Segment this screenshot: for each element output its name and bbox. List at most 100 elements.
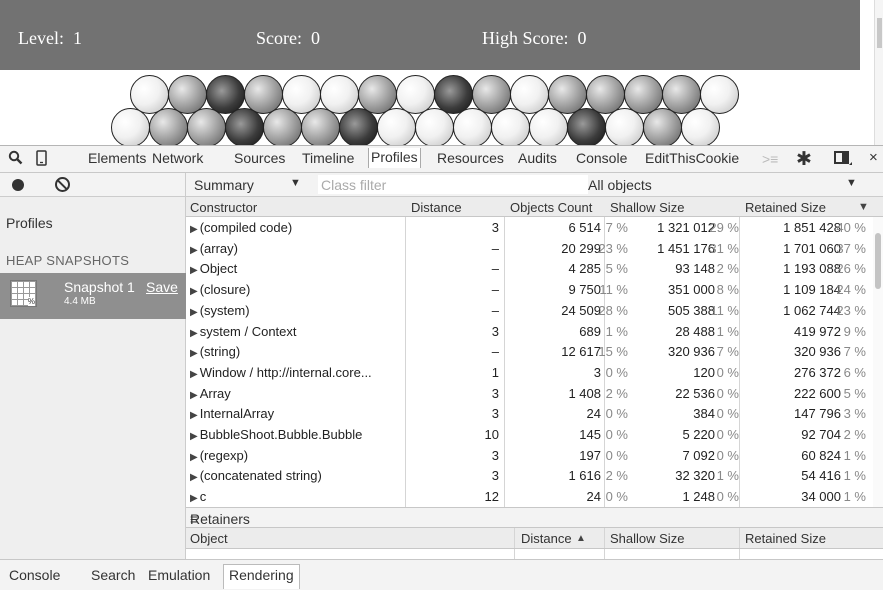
table-row[interactable]: ▶ (concatenated string) 3 1 616 2 % 32 320 1 %… (186, 465, 883, 486)
table-row[interactable]: ▶ (array) – 20 299 23 % 1 451 176 31 % 1 701 06… (186, 238, 883, 259)
view-select[interactable]: Summary (194, 177, 254, 193)
expand-triangle-icon[interactable]: ▶ (190, 307, 198, 318)
drawer-tab-emulation[interactable]: Emulation (148, 567, 210, 583)
tab-timeline[interactable]: Timeline (302, 150, 354, 166)
tab-elements[interactable]: Elements (88, 150, 146, 166)
table-row[interactable]: ▶ (regexp) 3 197 0 % 7 092 0 % 60 824 1 % (186, 445, 883, 466)
expand-triangle-icon[interactable]: ▶ (190, 472, 198, 483)
expand-triangle-icon[interactable]: ▶ (190, 390, 198, 401)
snapshot-item[interactable]: % Snapshot 1 Save 4.4 MB (0, 273, 186, 319)
record-icon[interactable] (12, 179, 24, 191)
cell-objects-count: 20 299 (561, 240, 601, 256)
tab-profiles[interactable]: Profiles (368, 148, 421, 168)
cell-shallow-size-percent: 0 % (716, 489, 739, 505)
expand-triangle-icon[interactable]: ▶ (190, 452, 198, 463)
table-row[interactable]: ▶ (compiled code) 3 6 514 7 % 1 321 012 29 % 1 … (186, 217, 883, 238)
expand-triangle-icon[interactable]: ▶ (190, 265, 198, 276)
table-row[interactable]: ▶ (system) – 24 509 28 % 505 388 11 % 1 062 744… (186, 300, 883, 321)
table-row[interactable]: ▶ Window / http://internal.core... 1 3 0 % 12… (186, 362, 883, 383)
column-distance[interactable]: Distance (411, 200, 462, 215)
objects-select[interactable]: All objects (588, 177, 652, 193)
constructor-name: (regexp) (199, 447, 249, 463)
dock-side-icon[interactable] (834, 150, 852, 170)
high-score-display: High Score: 0 (482, 28, 586, 49)
page-scrollbar-thumb[interactable] (877, 18, 882, 48)
cell-retained-size: 419 972 (794, 323, 841, 339)
tab-network[interactable]: Network (152, 150, 203, 166)
constructor-name: system / Context (199, 323, 297, 339)
cell-distance: 3 (491, 447, 499, 463)
expand-triangle-icon[interactable]: ▶ (190, 328, 198, 339)
cell-shallow-size-percent: 8 % (716, 282, 739, 298)
cell-shallow-size-percent: 1 % (716, 323, 739, 339)
profiles-sidebar: Profiles HEAP SNAPSHOTS % Snapshot 1 Sav… (0, 197, 186, 559)
table-row[interactable]: ▶ (closure) – 9 750 11 % 351 000 8 % 1 109 184 2… (186, 279, 883, 300)
column-retainer-distance[interactable]: Distance (521, 531, 572, 546)
expand-triangle-icon[interactable]: ▶ (190, 245, 198, 256)
cell-distance: – (491, 344, 499, 360)
bubble (187, 108, 226, 145)
drawer-tab-rendering[interactable]: Rendering (223, 564, 300, 589)
column-retained-size[interactable]: Retained Size (745, 200, 826, 215)
tab-sources[interactable]: Sources (234, 150, 285, 166)
cell-retained-size-percent: 26 % (836, 261, 866, 277)
tab-resources[interactable]: Resources (437, 150, 504, 166)
expand-triangle-icon[interactable]: ▶ (190, 410, 198, 421)
drawer-tab-search[interactable]: Search (91, 567, 135, 583)
cell-shallow-size: 505 388 (668, 302, 715, 318)
expand-triangle-icon[interactable]: ▶ (190, 224, 198, 235)
table-row[interactable]: ▶ (string) –12 617 15 % 320 936 7 % 320 936 7 % (186, 341, 883, 362)
expand-triangle-icon[interactable]: ▶ (190, 431, 198, 442)
tab-audits[interactable]: Audits (518, 150, 557, 166)
close-icon[interactable]: × (869, 149, 878, 166)
cell-shallow-size: 1 248 (682, 489, 715, 505)
level-display: Level: 1 (18, 28, 82, 49)
column-constructor[interactable]: Constructor (190, 200, 257, 215)
expand-triangle-icon[interactable]: ▶ (190, 348, 198, 359)
table-row[interactable]: ▶ Array 3 1 408 2 % 22 536 0 % 222 600 5 % (186, 383, 883, 404)
sort-descending-icon[interactable]: ▼ (858, 201, 869, 213)
cell-retained-size: 320 936 (794, 344, 841, 360)
table-row[interactable]: ▶ Object – 4 285 5 % 93 148 2 % 1 193 088 26 % (186, 258, 883, 279)
table-row[interactable]: ▶ system / Context 3 689 1 % 28 488 1 % 419 972… (186, 321, 883, 342)
game-header: Level: 1 Score: 0 High Score: 0 (0, 0, 860, 70)
tab-console[interactable]: Console (576, 150, 627, 166)
expand-triangle-icon[interactable]: ▶ (190, 369, 198, 380)
sort-ascending-icon[interactable]: ▲ (576, 533, 586, 544)
column-object[interactable]: Object (190, 531, 228, 546)
bubble-board[interactable] (0, 70, 874, 145)
column-retainer-shallow-size[interactable]: Shallow Size (610, 531, 684, 546)
expand-triangle-icon[interactable]: ▶ (190, 493, 198, 504)
table-row[interactable]: ▶ InternalArray 3 24 0 % 384 0 % 147 796 3 % (186, 403, 883, 424)
drawer-tab-console[interactable]: Console (9, 567, 60, 583)
column-shallow-size[interactable]: Shallow Size (610, 200, 684, 215)
bubble (377, 108, 416, 145)
column-objects-count[interactable]: Objects Count (510, 200, 592, 215)
expand-triangle-icon[interactable]: ▶ (190, 286, 198, 297)
heap-snapshot-icon: % (10, 280, 37, 307)
gear-icon[interactable]: ✱ (796, 148, 812, 171)
clear-icon[interactable] (55, 177, 70, 192)
cell-distance: – (491, 240, 499, 256)
cell-retained-size: 147 796 (794, 406, 841, 422)
cell-shallow-size: 384 (693, 406, 715, 422)
class-filter-input[interactable] (318, 175, 588, 194)
table-scrollbar-thumb[interactable] (875, 233, 881, 289)
chevron-down-icon[interactable]: ▼ (846, 177, 857, 189)
save-link[interactable]: Save (146, 279, 178, 295)
search-icon[interactable] (8, 150, 23, 169)
table-row[interactable]: ▶ BubbleShoot.Bubble.Bubble 10 145 0 % 5 220 0… (186, 424, 883, 445)
chevron-down-icon[interactable]: ▼ (290, 177, 301, 189)
resize-handle-icon[interactable]: ≡ (190, 511, 880, 527)
column-retainer-retained-size[interactable]: Retained Size (745, 531, 826, 546)
device-mode-icon[interactable] (36, 150, 47, 170)
cell-retained-size: 1 109 184 (783, 282, 841, 298)
cell-constructor: ▶ (array) (190, 241, 238, 256)
table-row[interactable]: ▶ c 12 24 0 % 1 248 0 % 34 000 1 % (186, 486, 883, 507)
cell-objects-count: 24 509 (561, 302, 601, 318)
table-scrollbar[interactable] (873, 217, 883, 507)
console-drawer-icon[interactable]: >≡ (762, 151, 778, 167)
cell-retained-size: 54 416 (801, 468, 841, 484)
tab-editthiscookie[interactable]: EditThisCookie (645, 150, 739, 166)
page-scrollbar[interactable] (874, 0, 883, 145)
